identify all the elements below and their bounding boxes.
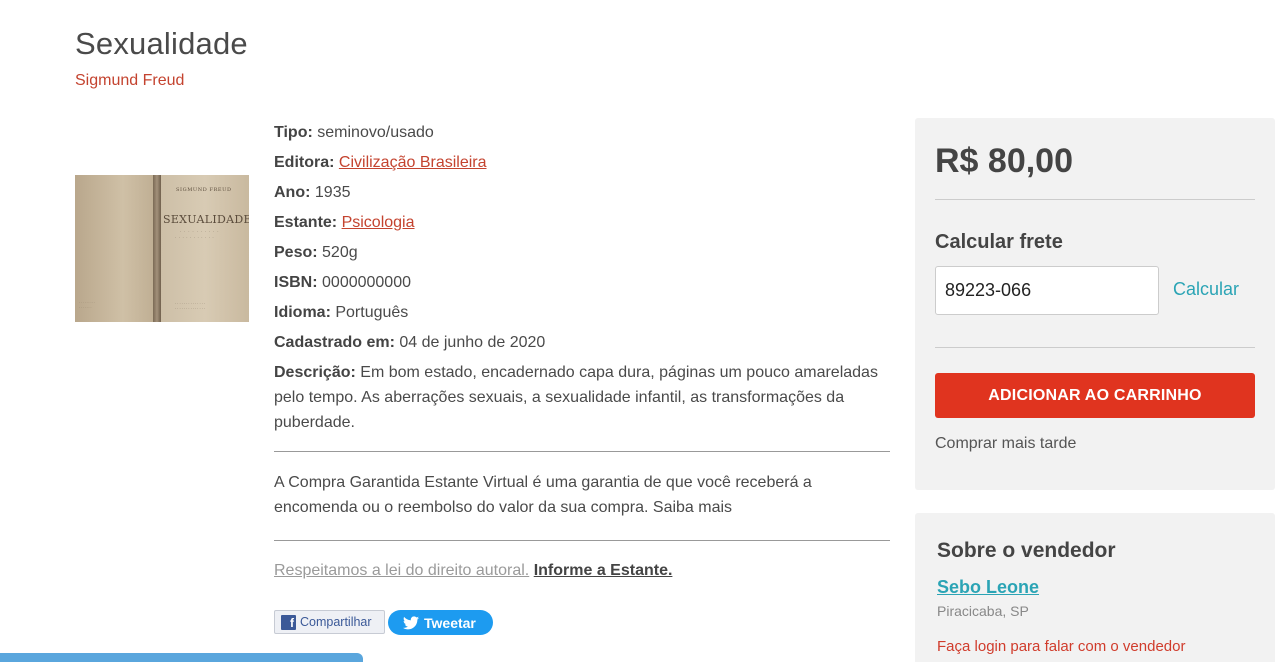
cover-subtitle-line: · · · · · · · · · · [180, 229, 220, 234]
detail-peso: Peso: 520g [274, 238, 890, 268]
cover-left-text: · · · · · · · [79, 305, 92, 309]
guarantee-text: A Compra Garantida Estante Virtual é uma… [274, 474, 812, 516]
detail-editora: Editora: Civilização Brasileira [274, 148, 890, 178]
cover-title-text: SEXUALIDADE [163, 213, 249, 226]
buy-later-link[interactable]: Comprar mais tarde [935, 435, 1076, 453]
copyright-notice: Respeitamos a lei do direito autoral. In… [274, 562, 672, 580]
detail-label: Peso: [274, 244, 318, 261]
category-link[interactable]: Psicologia [342, 214, 415, 231]
detail-idioma: Idioma: Português [274, 298, 890, 328]
description-text: Em bom estado, encadernado capa dura, pá… [274, 364, 878, 431]
detail-value: 1935 [314, 184, 351, 201]
divider [274, 540, 890, 541]
seller-location: Piracicaba, SP [937, 603, 1029, 619]
detail-descricao: Descrição: Em bom estado, encadernado ca… [274, 360, 890, 435]
detail-label: Ano: [274, 184, 311, 201]
cover-spine [153, 175, 161, 322]
product-page: Sexualidade Sigmund Freud SIGMUND FREUD … [0, 0, 1287, 662]
cep-input[interactable] [935, 266, 1159, 315]
add-to-cart-button[interactable]: ADICIONAR AO CARRINHO [935, 373, 1255, 418]
copyright-text-link[interactable]: Respeitamos a lei do direito autoral. [274, 562, 529, 579]
report-link[interactable]: Informe a Estante. [534, 562, 673, 579]
detail-label: Tipo: [274, 124, 313, 141]
twitter-bird-icon [403, 615, 419, 629]
cover-subtitle-line: · · · · · · · · · · · [175, 235, 215, 240]
divider [935, 347, 1255, 348]
detail-value: 0000000000 [322, 274, 411, 291]
book-cover-image[interactable]: SIGMUND FREUD SEXUALIDADE · · · · · · · … [75, 175, 249, 322]
detail-cadastrado: Cadastrado em: 04 de junho de 2020 [274, 328, 890, 358]
twitter-share-label: Tweetar [424, 614, 476, 631]
detail-label: Cadastrado em: [274, 334, 395, 351]
cover-author-text: SIGMUND FREUD [176, 187, 232, 193]
page-title: Sexualidade [75, 26, 248, 61]
price: R$ 80,00 [935, 142, 1073, 180]
buy-box: R$ 80,00 Calcular frete Calcular ADICION… [915, 118, 1275, 490]
shipping-title: Calcular frete [935, 231, 1063, 253]
detail-label: Descrição: [274, 364, 356, 381]
seller-name-link[interactable]: Sebo Leone [937, 577, 1039, 598]
divider [935, 199, 1255, 200]
divider [274, 451, 890, 452]
seller-title: Sobre o vendedor [937, 539, 1116, 562]
book-details: Tipo: seminovo/usado Editora: Civilizaçã… [274, 118, 890, 435]
facebook-share-label: Compartilhar [300, 615, 372, 629]
detail-ano: Ano: 1935 [274, 178, 890, 208]
detail-value: seminovo/usado [317, 124, 434, 141]
publisher-link[interactable]: Civilização Brasileira [339, 154, 487, 171]
cover-publisher-line: · · · · · · · · · · · · · · [175, 302, 206, 306]
cover-left-text: · · · · · · · · · [79, 300, 96, 304]
calculate-shipping-link[interactable]: Calcular [1173, 279, 1239, 300]
cover-right-page [161, 175, 249, 322]
facebook-share-button[interactable]: f Compartilhar [274, 610, 385, 634]
detail-label: Idioma: [274, 304, 331, 321]
detail-estante: Estante: Psicologia [274, 208, 890, 238]
facebook-icon: f [281, 614, 296, 630]
detail-label: ISBN: [274, 274, 318, 291]
seller-box: Sobre o vendedor Sebo Leone Piracicaba, … [915, 513, 1275, 662]
seller-login-link[interactable]: Faça login para falar com o vendedor [937, 638, 1185, 655]
detail-isbn: ISBN: 0000000000 [274, 268, 890, 298]
detail-tipo: Tipo: seminovo/usado [274, 118, 890, 148]
bottom-notification-bar[interactable] [0, 653, 363, 662]
detail-value: 04 de junho de 2020 [399, 334, 546, 351]
cover-publisher-line: · · · · · · · · · · · · · · [175, 307, 206, 311]
detail-value: 520g [322, 244, 358, 261]
twitter-share-button[interactable]: Tweetar [388, 610, 493, 635]
detail-label: Estante: [274, 214, 338, 231]
detail-label: Editora: [274, 154, 335, 171]
detail-value: Português [335, 304, 409, 321]
author-link[interactable]: Sigmund Freud [75, 72, 184, 90]
